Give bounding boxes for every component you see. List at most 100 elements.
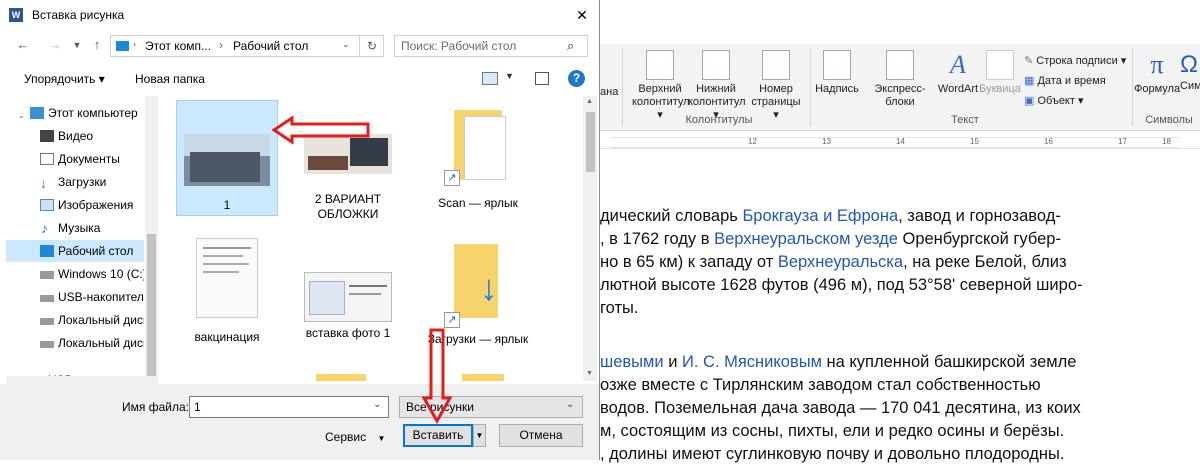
usb-icon <box>40 295 54 302</box>
tools-button[interactable]: Сервис ▼ <box>325 430 385 444</box>
up-button[interactable]: ↑ <box>88 36 106 54</box>
preview-pane-icon[interactable] <box>535 72 549 85</box>
nav-item-downloads[interactable]: ↓ Загрузки <box>6 171 144 193</box>
doc-line-mark <box>203 263 249 265</box>
signature-line-button[interactable]: ✎ Строка подписи ▾ <box>1024 54 1126 67</box>
textbox-label: Надпись <box>815 83 859 95</box>
chevron-down-icon: ⌄ <box>18 111 25 120</box>
filename-label: Имя файла: <box>122 400 189 414</box>
page-number-button[interactable]: Номер страницы ▾ <box>748 50 804 122</box>
group-label-symbols: Символы <box>1145 114 1193 126</box>
ruler-band <box>610 137 1180 148</box>
downloads-icon: ↓ <box>40 175 47 191</box>
breadcrumb-current[interactable]: Рабочий стол <box>233 39 308 53</box>
search-input[interactable]: Поиск: Рабочий стол <box>401 39 516 53</box>
address-bar[interactable]: › Этот комп... › Рабочий стол ⌄ ↻ <box>110 35 384 57</box>
doc-text: дический словарь <box>600 207 743 225</box>
file-scroll-thumb[interactable] <box>586 112 595 172</box>
doc-text: , на реке Белой, близ <box>903 253 1067 271</box>
nav-label: Windows 10 (C:) <box>58 267 144 281</box>
equation-button[interactable]: π Формула <box>1134 50 1180 96</box>
file-list: 1 2 ВАРИАНТ ОБЛОЖКИ ↗ Scan — ярлык вакци… <box>166 96 582 381</box>
doc-line: водов. Поземельная дача завода — 170 041… <box>600 399 1081 417</box>
ruler-mark: 12 <box>748 137 757 146</box>
nav-label: USB-накопитель <box>58 290 144 304</box>
forward-button[interactable]: → <box>46 36 64 54</box>
scroll-down-icon[interactable]: ▼ <box>586 370 593 377</box>
file-item-1[interactable]: 1 <box>175 134 279 213</box>
nav-item-music[interactable]: ♪ Музыка <box>6 217 144 239</box>
symbol-button[interactable]: Ω Сим <box>1180 50 1200 93</box>
object-icon: ▣ <box>1024 95 1038 107</box>
ruler-mark: 16 <box>1044 137 1053 146</box>
header-button[interactable]: Верхний колонтитул ▾ <box>632 50 690 122</box>
dropcap-button[interactable]: Буквица <box>978 50 1022 96</box>
wordart-button[interactable]: A WordArt <box>934 50 982 96</box>
object-label: Объект ▾ <box>1037 95 1084 107</box>
search-box[interactable]: Поиск: Рабочий стол ⌕ <box>394 35 588 57</box>
address-dropdown[interactable]: ⌄ <box>342 39 350 50</box>
signature-line-label: Строка подписи ▾ <box>1036 55 1127 67</box>
insert-picture-dialog: W Вставка рисунка ✕ ← → ▼ ↑ › Этот комп.… <box>0 0 600 460</box>
nav-item-local-disk[interactable]: Локальный диск <box>6 332 144 354</box>
dropcap-icon <box>986 50 1014 80</box>
nav-item-windows-c[interactable]: Windows 10 (C:) <box>6 263 144 285</box>
refresh-button[interactable]: ↻ <box>359 36 384 56</box>
search-icon[interactable]: ⌕ <box>567 38 574 54</box>
help-icon[interactable]: ? <box>568 70 585 87</box>
date-time-button[interactable]: ▦ Дата и время <box>1024 74 1106 87</box>
nav-label: Изображения <box>58 198 134 212</box>
object-button[interactable]: ▣ Объект ▾ <box>1024 94 1084 107</box>
insert-dropdown[interactable]: ▼ <box>473 424 486 447</box>
insert-button[interactable]: Вставить <box>403 424 473 447</box>
scroll-up-icon[interactable]: ▲ <box>586 98 593 105</box>
dialog-titlebar: W Вставка рисунка ✕ <box>0 0 599 31</box>
nav-item-desktop[interactable]: Рабочий стол <box>6 240 144 262</box>
computer-icon <box>116 41 129 51</box>
file-item-vaccination[interactable]: вакцинация <box>175 238 279 345</box>
breadcrumb-separator: › <box>219 38 223 52</box>
file-item-2[interactable]: 2 ВАРИАНТ ОБЛОЖКИ <box>296 134 400 222</box>
partial-folder-icon <box>462 374 504 381</box>
arrow-up-icon: ↑ <box>93 37 101 52</box>
view-dropdown[interactable]: ▼ <box>505 71 514 81</box>
shortcut-arrow-icon: ↗ <box>444 312 460 328</box>
textbox-button[interactable]: Надпись <box>812 50 862 96</box>
new-folder-button[interactable]: Новая папка <box>135 72 205 86</box>
doc-link[interactable]: Верхнеуральском уезде <box>714 230 898 248</box>
view-mode-icon[interactable] <box>482 72 498 85</box>
doc-line: , долины имеют суглинковую почву и довол… <box>600 445 1065 463</box>
quick-parts-button[interactable]: Экспресс-блоки <box>860 50 940 109</box>
doc-link[interactable]: Брокгауза и Ефрона <box>742 207 898 225</box>
nav-item-this-pc[interactable]: ⌄ Этот компьютер <box>6 102 144 124</box>
nav-scroll-thumb[interactable] <box>147 234 156 384</box>
nav-item-local-disk[interactable]: Локальный диск <box>6 309 144 331</box>
nav-item-documents[interactable]: Документы <box>6 148 144 170</box>
breadcrumb-root[interactable]: Этот комп... <box>145 39 211 53</box>
screenshot-thumbnail <box>304 272 392 322</box>
close-button[interactable]: ✕ <box>570 4 594 26</box>
nav-label: Музыка <box>58 221 101 235</box>
doc-link[interactable]: шевыми <box>600 353 664 371</box>
back-button[interactable]: ← <box>14 36 32 54</box>
filename-input[interactable]: 1 ⌄ <box>189 396 389 418</box>
chevron-down-icon: ⌄ <box>566 399 575 410</box>
nav-item-pictures[interactable]: Изображения <box>6 194 144 216</box>
recent-dropdown[interactable]: ▼ <box>68 36 86 54</box>
equation-label: Формула <box>1134 83 1181 95</box>
breadcrumb-chevron-icon: › <box>133 39 136 49</box>
file-item-scan[interactable]: ↗ Scan — ярлык <box>426 110 530 211</box>
file-item-insert-photo[interactable]: вставка фото 1 <box>296 272 400 341</box>
footer-button[interactable]: Нижний колонтитул ▾ <box>688 50 746 122</box>
doc-link[interactable]: И. С. Мясниковым <box>682 353 822 371</box>
red-arrow-down-icon <box>422 328 452 424</box>
doc-link[interactable]: Верхнеуральска <box>778 253 903 271</box>
nav-item-usb[interactable]: USB-накопитель <box>6 286 144 308</box>
file-label: вакцинация <box>194 330 260 344</box>
cancel-button[interactable]: Отмена <box>499 424 583 447</box>
word-app-icon: W <box>9 8 23 22</box>
organize-button[interactable]: Упорядочить ▾ <box>24 72 105 86</box>
doc-line: озже вместе с Тирлянским заводом стал со… <box>600 376 1041 394</box>
wordart-icon: A <box>950 50 966 79</box>
nav-item-video[interactable]: Видео <box>6 125 144 147</box>
